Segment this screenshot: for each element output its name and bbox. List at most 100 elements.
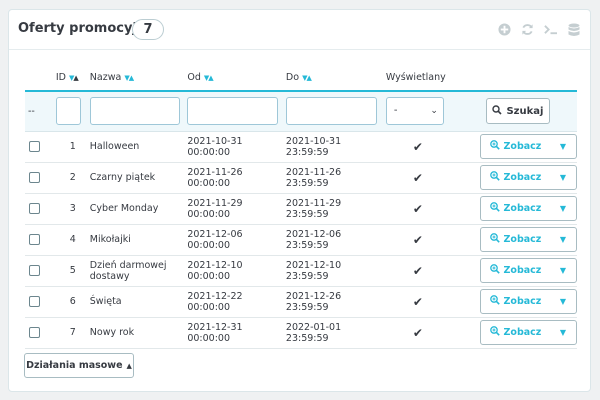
panel-header: Oferty promocyjne 7 [9, 10, 590, 50]
caret-down-icon[interactable]: ▼ [550, 142, 576, 151]
filter-placeholder: -- [28, 105, 35, 117]
displayed-filter-select[interactable]: - ⌄ [385, 97, 444, 126]
database-icon[interactable] [565, 21, 582, 38]
name-filter-input[interactable] [89, 97, 180, 126]
sort-arrows[interactable]: ▼▲ [204, 74, 214, 82]
row-name: Cyber Monday [89, 193, 188, 225]
row-checkbox[interactable] [29, 265, 40, 276]
view-button-group: Zobacz ▼ [479, 320, 577, 345]
column-header-id: ID ▼▲ [55, 65, 90, 92]
row-id: 5 [55, 255, 90, 287]
view-button-group: Zobacz ▼ [479, 196, 577, 221]
row-name: Nowy rok [89, 317, 188, 349]
table-row: 2 Czarny piątek 2021-11-26 00:00:00 2021… [25, 162, 577, 194]
row-id: 3 [55, 193, 90, 225]
view-button-group: Zobacz ▼ [479, 289, 577, 314]
row-to: 2021-10-31 23:59:59 [285, 131, 386, 163]
zoom-in-icon [489, 171, 500, 184]
column-header-displayed: Wyświetlany [385, 65, 450, 92]
view-button-group: Zobacz ▼ [479, 258, 577, 283]
add-icon[interactable] [496, 21, 513, 38]
row-checkbox[interactable] [29, 234, 40, 245]
zoom-in-icon [489, 202, 500, 215]
row-from: 2021-12-31 00:00:00 [187, 317, 286, 349]
from-filter-input[interactable] [187, 97, 279, 126]
check-icon: ✔ [385, 255, 450, 287]
view-button[interactable]: Zobacz [481, 295, 550, 308]
check-icon: ✔ [385, 162, 450, 194]
caret-down-icon[interactable]: ▼ [550, 328, 576, 337]
row-name: Halloween [89, 131, 188, 163]
row-checkbox[interactable] [29, 141, 40, 152]
view-button[interactable]: Zobacz [481, 326, 550, 339]
sort-arrows[interactable]: ▼▲ [69, 74, 79, 82]
row-to: 2021-12-10 23:59:59 [285, 255, 386, 287]
id-filter-input[interactable] [55, 97, 81, 126]
row-checkbox[interactable] [29, 172, 40, 183]
table-row: 3 Cyber Monday 2021-11-29 00:00:00 2021-… [25, 193, 577, 225]
promotions-panel: Oferty promocyjne 7 ID ▼▲ Nazwa ▼▲ Od ▼▲… [8, 9, 591, 392]
sort-arrows[interactable]: ▼▲ [302, 74, 312, 82]
zoom-in-icon [489, 326, 500, 339]
view-button[interactable]: Zobacz [481, 233, 550, 246]
view-button[interactable]: Zobacz [481, 264, 550, 277]
promotions-table: ID ▼▲ Nazwa ▼▲ Od ▼▲ Do ▼▲ Wyświetlany -… [25, 65, 577, 349]
caret-down-icon[interactable]: ▼ [550, 173, 576, 182]
view-button-group: Zobacz ▼ [479, 227, 577, 252]
column-header-name: Nazwa ▼▲ [89, 65, 188, 92]
to-filter-input[interactable] [285, 97, 377, 126]
table-row: 5 Dzień darmowej dostawy 2021-12-10 00:0… [25, 255, 577, 287]
terminal-icon[interactable] [542, 21, 559, 38]
caret-down-icon[interactable]: ▼ [550, 235, 576, 244]
column-header-from: Od ▼▲ [187, 65, 286, 92]
row-checkbox[interactable] [29, 327, 40, 338]
row-id: 1 [55, 131, 90, 163]
header-toolbar [496, 21, 582, 38]
row-id: 4 [55, 224, 90, 256]
view-button[interactable]: Zobacz [481, 202, 550, 215]
row-from: 2021-12-10 00:00:00 [187, 255, 286, 287]
row-from: 2021-10-31 00:00:00 [187, 131, 286, 163]
bulk-actions-button[interactable]: Działania masowe ▲ [24, 353, 134, 378]
caret-down-icon[interactable]: ▼ [550, 204, 576, 213]
caret-down-icon[interactable]: ▼ [550, 297, 576, 306]
row-id: 2 [55, 162, 90, 194]
row-checkbox[interactable] [29, 296, 40, 307]
zoom-in-icon [489, 295, 500, 308]
row-from: 2021-11-26 00:00:00 [187, 162, 286, 194]
row-name: Mikołajki [89, 224, 188, 256]
table-row: 6 Święta 2021-12-22 00:00:00 2021-12-26 … [25, 286, 577, 318]
view-button[interactable]: Zobacz [481, 171, 550, 184]
table-header-row: ID ▼▲ Nazwa ▼▲ Od ▼▲ Do ▼▲ Wyświetlany [25, 65, 577, 92]
table-row: 7 Nowy rok 2021-12-31 00:00:00 2022-01-0… [25, 317, 577, 349]
check-icon: ✔ [385, 193, 450, 225]
zoom-in-icon [489, 233, 500, 246]
search-button[interactable]: Szukaj [485, 98, 550, 125]
count-badge: 7 [132, 19, 164, 40]
row-name: Dzień darmowej dostawy [89, 255, 188, 287]
row-name: Czarny piątek [89, 162, 188, 194]
check-icon: ✔ [385, 286, 450, 318]
refresh-icon[interactable] [519, 21, 536, 38]
row-id: 7 [55, 317, 90, 349]
table-row: 1 Halloween 2021-10-31 00:00:00 2021-10-… [25, 131, 577, 163]
row-to: 2021-11-29 23:59:59 [285, 193, 386, 225]
row-from: 2021-12-22 00:00:00 [187, 286, 286, 318]
sort-arrows[interactable]: ▼▲ [124, 74, 134, 82]
filter-row: -- - ⌄ Szukaj [25, 91, 577, 132]
check-icon: ✔ [385, 131, 450, 163]
row-to: 2021-12-26 23:59:59 [285, 286, 386, 318]
caret-down-icon[interactable]: ▼ [550, 266, 576, 275]
row-to: 2022-01-01 23:59:59 [285, 317, 386, 349]
view-button[interactable]: Zobacz [481, 140, 550, 153]
check-icon: ✔ [385, 224, 450, 256]
column-header-to: Do ▼▲ [285, 65, 386, 92]
row-name: Święta [89, 286, 188, 318]
row-to: 2021-11-26 23:59:59 [285, 162, 386, 194]
row-to: 2021-12-06 23:59:59 [285, 224, 386, 256]
check-icon: ✔ [385, 317, 450, 349]
row-from: 2021-11-29 00:00:00 [187, 193, 286, 225]
view-button-group: Zobacz ▼ [479, 134, 577, 159]
row-checkbox[interactable] [29, 203, 40, 214]
view-button-group: Zobacz ▼ [479, 165, 577, 190]
